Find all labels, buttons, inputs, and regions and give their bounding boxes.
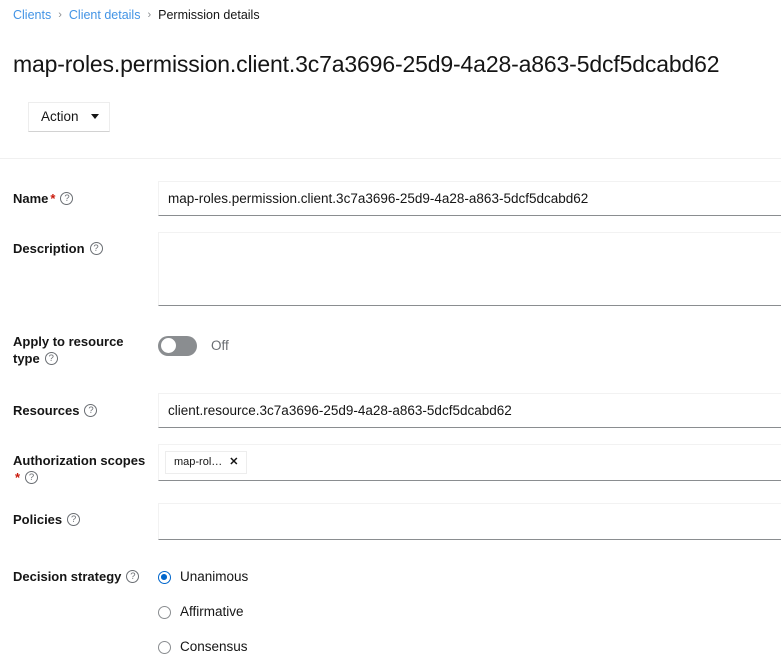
breadcrumb-item-clients[interactable]: Clients xyxy=(13,7,51,23)
chip-label: map-rol… xyxy=(174,455,222,470)
help-icon[interactable] xyxy=(67,513,80,526)
radio-indicator xyxy=(158,606,171,619)
form-row-policies: Policies xyxy=(0,503,781,540)
control-policies xyxy=(158,503,781,540)
breadcrumb: Clients › Client details › Permission de… xyxy=(0,0,781,23)
label-decision-strategy: Decision strategy xyxy=(0,559,158,585)
form-row-apply-to-resource-type: Apply to resource type Off xyxy=(0,333,781,367)
decision-strategy-radio-group: Unanimous Affirmative Consensus xyxy=(158,559,781,658)
toggle-knob xyxy=(161,338,176,353)
control-name xyxy=(158,181,781,216)
authorization-scopes-chip-group[interactable]: map-rol… ✕ xyxy=(158,444,781,481)
required-marker: * xyxy=(15,470,20,485)
form-row-description: Description xyxy=(0,232,781,306)
chip-authorization-scope: map-rol… ✕ xyxy=(165,451,247,474)
breadcrumb-separator-icon: › xyxy=(58,7,62,23)
help-icon[interactable] xyxy=(90,242,103,255)
required-marker: * xyxy=(50,191,55,206)
help-icon[interactable] xyxy=(84,404,97,417)
radio-label: Unanimous xyxy=(180,568,248,586)
chevron-down-icon xyxy=(91,114,99,119)
permission-details-page: Clients › Client details › Permission de… xyxy=(0,0,781,658)
help-icon[interactable] xyxy=(126,570,139,583)
radio-label: Affirmative xyxy=(180,603,244,621)
label-description-text: Description xyxy=(13,241,85,256)
breadcrumb-item-client-details[interactable]: Client details xyxy=(69,7,141,23)
form-row-authorization-scopes: Authorization scopes * map-rol… ✕ xyxy=(0,444,781,486)
control-resources xyxy=(158,393,781,428)
permission-form: Name* Description Apply to resource type xyxy=(0,159,781,658)
label-policies: Policies xyxy=(0,503,158,528)
close-icon[interactable]: ✕ xyxy=(229,457,238,468)
help-icon[interactable] xyxy=(45,352,58,365)
page-title: map-roles.permission.client.3c7a3696-25d… xyxy=(0,38,781,78)
label-resources-text: Resources xyxy=(13,403,79,418)
control-description xyxy=(158,232,781,306)
radio-label: Consensus xyxy=(180,638,248,656)
policies-select[interactable] xyxy=(158,503,781,540)
label-name-text: Name xyxy=(13,191,48,206)
label-authorization-scopes-text: Authorization scopes xyxy=(13,453,145,468)
radio-option-affirmative[interactable]: Affirmative xyxy=(158,595,781,630)
control-apply-to-resource-type: Off xyxy=(158,333,781,356)
apply-to-resource-type-toggle[interactable] xyxy=(158,336,197,356)
action-toolbar: Action xyxy=(0,94,781,132)
radio-option-unanimous[interactable]: Unanimous xyxy=(158,560,781,595)
breadcrumb-item-permission-details: Permission details xyxy=(158,7,259,23)
form-row-resources: Resources xyxy=(0,393,781,428)
description-textarea[interactable] xyxy=(158,232,781,306)
radio-indicator xyxy=(158,641,171,654)
toggle-state-label: Off xyxy=(211,337,229,355)
label-policies-text: Policies xyxy=(13,512,62,527)
label-resources: Resources xyxy=(0,393,158,419)
resources-input[interactable] xyxy=(158,393,781,428)
label-decision-strategy-text: Decision strategy xyxy=(13,569,121,584)
radio-option-consensus[interactable]: Consensus xyxy=(158,630,781,658)
help-icon[interactable] xyxy=(25,471,38,484)
label-apply-to-resource-type: Apply to resource type xyxy=(0,333,158,367)
form-row-decision-strategy: Decision strategy Unanimous Affirmative … xyxy=(0,559,781,658)
form-row-name: Name* xyxy=(0,181,781,216)
label-authorization-scopes: Authorization scopes * xyxy=(0,444,158,486)
label-name: Name* xyxy=(0,181,158,207)
action-dropdown-button[interactable]: Action xyxy=(28,102,110,132)
radio-indicator xyxy=(158,571,171,584)
label-description: Description xyxy=(0,232,158,257)
label-apply-to-resource-type-text: Apply to resource type xyxy=(13,334,124,366)
control-authorization-scopes: map-rol… ✕ xyxy=(158,444,781,481)
name-input[interactable] xyxy=(158,181,781,216)
action-dropdown-label: Action xyxy=(41,108,79,126)
breadcrumb-separator-icon: › xyxy=(147,7,151,23)
help-icon[interactable] xyxy=(60,192,73,205)
